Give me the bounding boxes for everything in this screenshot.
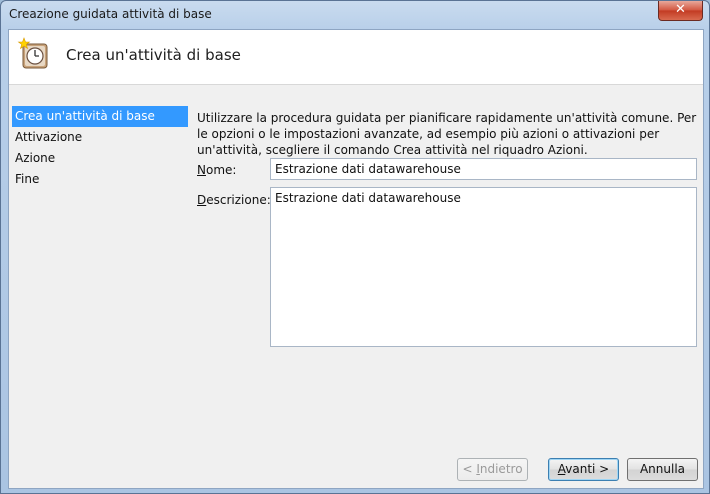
nav-step-action[interactable]: Azione: [12, 148, 188, 169]
title-bar[interactable]: Creazione guidata attività di base ✕: [1, 1, 709, 29]
wizard-client-area: Crea un'attività di base Crea un'attivit…: [8, 29, 704, 489]
name-input[interactable]: [270, 158, 697, 180]
cancel-button[interactable]: Annulla: [627, 458, 698, 481]
description-textarea[interactable]: Estrazione dati datawarehouse: [270, 187, 697, 347]
nav-step-label: Azione: [15, 151, 56, 165]
close-button[interactable]: ✕: [658, 1, 703, 21]
instructions-text: Utilizzare la procedura guidata per pian…: [197, 111, 697, 157]
next-button[interactable]: Avanti >: [548, 458, 619, 481]
close-icon: ✕: [675, 2, 686, 17]
nav-step-label: Fine: [15, 172, 40, 186]
description-label: Descrizione:: [197, 193, 271, 207]
nav-step-create-basic-task[interactable]: Crea un'attività di base: [12, 106, 188, 127]
nav-step-trigger[interactable]: Attivazione: [12, 127, 188, 148]
wizard-window: Creazione guidata attività di base ✕ Cre…: [0, 0, 710, 494]
page-title: Crea un'attività di base: [66, 46, 241, 64]
nav-step-label: Crea un'attività di base: [15, 109, 155, 123]
window-title: Creazione guidata attività di base: [9, 7, 212, 21]
wizard-steps-nav: Crea un'attività di base Attivazione Azi…: [12, 106, 188, 190]
clock-icon: [17, 37, 48, 69]
back-button[interactable]: < Indietro: [457, 458, 528, 481]
nav-step-finish[interactable]: Fine: [12, 169, 188, 190]
nav-step-label: Attivazione: [15, 130, 83, 144]
name-label: Nome:: [197, 163, 237, 177]
wizard-header: Crea un'attività di base: [9, 30, 703, 85]
